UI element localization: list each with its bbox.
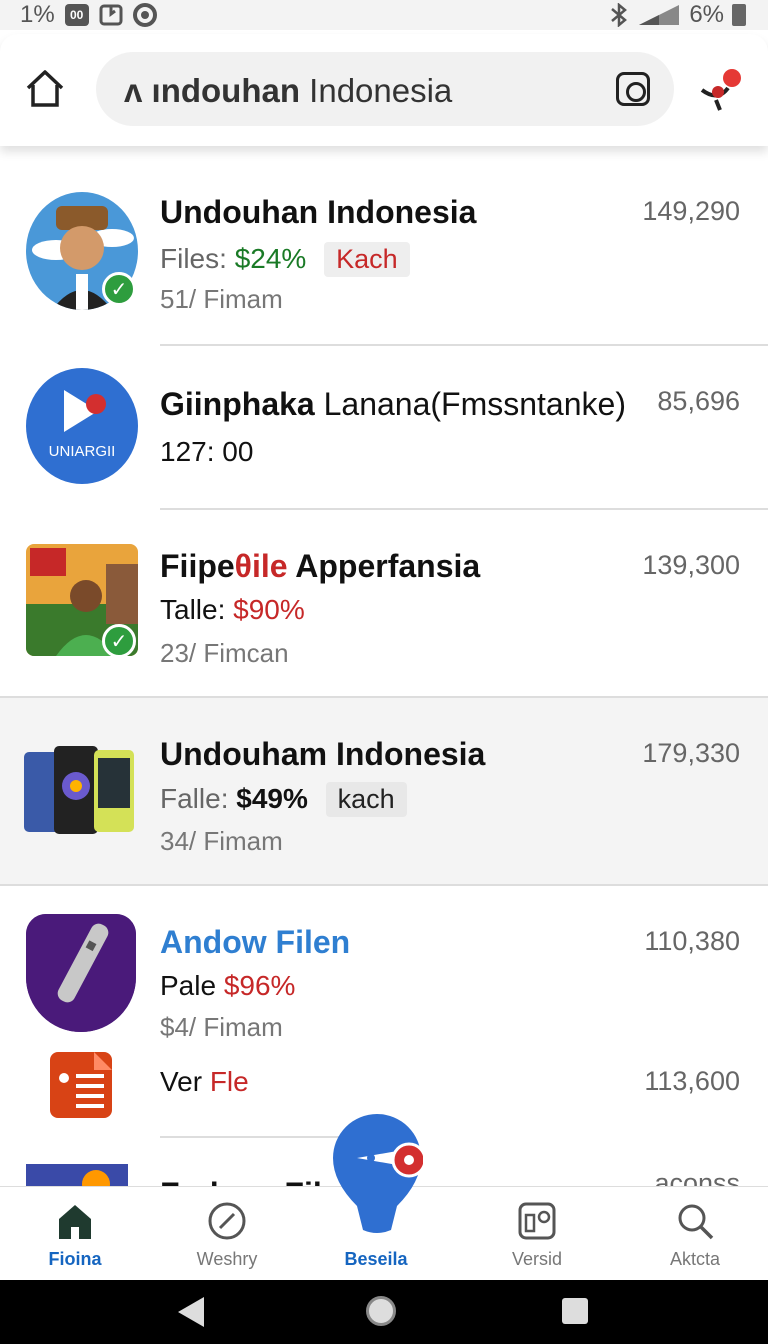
item-stats: Ver Fle: [160, 1066, 249, 1098]
item-meta: 51/ Fimam: [160, 284, 283, 314]
item-value: Fle: [209, 1066, 249, 1097]
item-value: $49%: [236, 783, 308, 814]
item-label: Pale: [160, 970, 217, 1001]
item-title: Undouhan Indonesia: [160, 194, 477, 230]
item-stats: Talle: $90%: [160, 594, 305, 626]
item-title: Fiipeθile Apperfansia: [160, 548, 480, 585]
search-query-bold: ʌ ındouhan: [124, 72, 300, 109]
camera-search-icon[interactable]: [616, 72, 650, 106]
item-count: 113,600: [644, 1066, 740, 1096]
verified-check-icon: ✓: [102, 624, 136, 658]
search-icon: [678, 1204, 714, 1240]
avatar-text: UNIARGII: [49, 443, 116, 460]
list-item[interactable]: Undouham Indonesia 179,330 Falle: $49% k…: [0, 698, 768, 886]
nav-weshry-label: Weshry: [196, 1249, 258, 1269]
nav-versid[interactable]: Versid: [462, 1187, 612, 1281]
battery-percent-text: 6%: [689, 1, 724, 28]
item-stats: Pale $96%: [160, 970, 295, 1002]
search-query-rest: Indonesia: [300, 72, 453, 109]
center-action-button[interactable]: [331, 1112, 423, 1236]
item-title-rest: Lanana(Fmssntanke): [314, 386, 626, 422]
notification-icon[interactable]: [698, 68, 744, 112]
item-value: $24%: [234, 243, 307, 274]
bluetooth-icon: [611, 3, 628, 27]
file-list: ✓ Undouhan Indonesia 149,290 Files: $24%…: [0, 150, 768, 1186]
app-logo-avatar: UNIARGII: [26, 368, 138, 484]
wifi-signal-icon: [639, 5, 680, 25]
item-meta: $4/ Fimam: [160, 1012, 283, 1042]
item-meta: 34/ Fimam: [160, 826, 283, 856]
search-bar[interactable]: ʌ ındouhan Indonesia: [96, 52, 674, 126]
item-title: Giinphaka Lanana(Fmssntanke): [160, 386, 626, 423]
item-count: 139,300: [642, 550, 740, 580]
app-thumbnail: [26, 1164, 128, 1186]
item-title-part1: Fiipe: [160, 548, 235, 584]
item-count: 149,290: [642, 196, 740, 226]
item-label: Ver: [160, 1066, 203, 1097]
search-query[interactable]: ʌ ındouhan Indonesia: [124, 72, 452, 110]
nav-weshry[interactable]: Weshry: [152, 1187, 302, 1281]
item-title: Andow Filen: [160, 924, 351, 960]
signal-percent-text: 1%: [20, 1, 55, 28]
item-chip[interactable]: Kach: [324, 242, 410, 277]
item-count: 110,380: [644, 926, 740, 956]
item-value: $90%: [233, 594, 305, 625]
item-title: Undouham Indonesia: [160, 736, 486, 772]
item-time: 127: 00: [160, 436, 254, 467]
item-count: aconss: [654, 1168, 740, 1186]
item-count: 179,330: [642, 738, 740, 768]
divider: [160, 1136, 340, 1138]
app-header: ʌ ındouhan Indonesia: [0, 34, 768, 146]
verified-check-icon: ✓: [102, 272, 136, 306]
item-title-part2: θile: [234, 548, 288, 584]
compass-icon: [208, 1202, 246, 1240]
back-triangle-icon[interactable]: [178, 1297, 204, 1327]
app-icon: [26, 914, 136, 1032]
item-count: 85,696: [657, 386, 740, 416]
notification-badge-icon: 00: [64, 4, 89, 26]
nav-home[interactable]: Fioina: [0, 1187, 150, 1281]
battery-icon: [732, 4, 746, 26]
gallery-grid-icon: [518, 1202, 556, 1240]
list-item[interactable]: Andow Filen 110,380 Pale $96% $4/ Fimam: [0, 886, 768, 1042]
item-label: Files:: [160, 243, 227, 274]
item-value: $96%: [223, 970, 296, 1001]
item-label: Talle:: [160, 594, 226, 625]
system-navigation-bar: [0, 1280, 768, 1344]
list-item[interactable]: ✓ Undouhan Indonesia 149,290 Files: $24%…: [0, 150, 768, 346]
status-bar: 1% 00 6%: [0, 0, 768, 30]
item-title-bold: Giinphaka: [160, 386, 315, 422]
nav-aktcta[interactable]: Aktcta: [620, 1187, 768, 1281]
nav-versid-label: Versid: [511, 1249, 563, 1269]
nav-center-label: Beseila: [344, 1249, 408, 1269]
item-title: Fndnan Filo: [160, 1176, 341, 1186]
item-stats: Falle: $49% kach: [160, 782, 407, 817]
list-item[interactable]: UNIARGII Giinphaka Lanana(Fmssntanke) 85…: [0, 346, 768, 510]
phones-thumbnail: [24, 746, 136, 836]
nav-aktcta-label: Aktcta: [669, 1249, 721, 1269]
item-meta: 23/ Fimcan: [160, 638, 289, 668]
recents-square-icon[interactable]: [562, 1298, 588, 1324]
item-title-part3: Apperfansia: [287, 548, 481, 584]
list-item[interactable]: ✓ Fiipeθile Apperfansia 139,300 Talle: $…: [0, 510, 768, 698]
document-icon: [50, 1052, 112, 1118]
record-icon: [132, 3, 157, 27]
item-chip[interactable]: kach: [325, 782, 407, 817]
home-icon[interactable]: [24, 68, 66, 108]
nav-home-label: Fioina: [48, 1249, 102, 1269]
home-filled-icon: [59, 1205, 91, 1239]
item-label: Falle:: [160, 783, 229, 814]
item-stats: Files: $24% Kach: [160, 242, 410, 277]
gallery-icon: [99, 4, 123, 26]
home-circle-icon[interactable]: [366, 1296, 396, 1326]
